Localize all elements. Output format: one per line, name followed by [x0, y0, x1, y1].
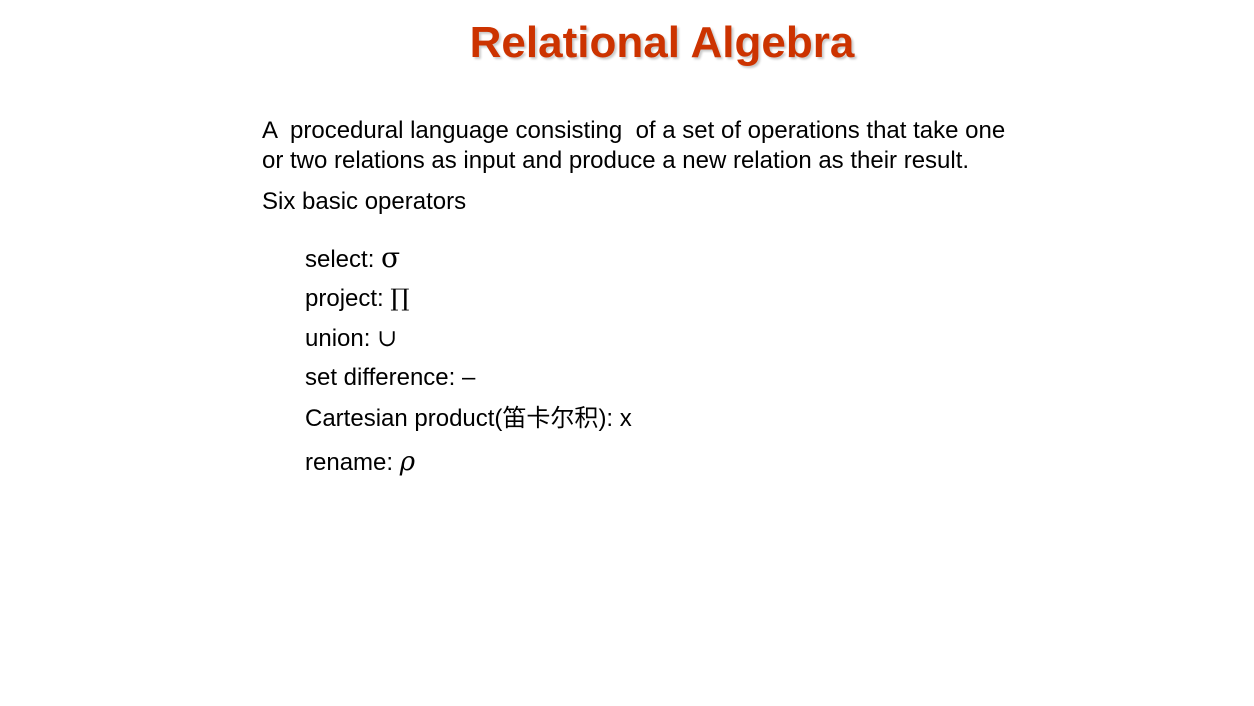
intro-line-1: A procedural language consisting of a se…: [262, 117, 1006, 144]
rho-icon: ρ: [399, 447, 416, 477]
operator-label: union:: [305, 325, 371, 352]
operator-union: union: ∪: [305, 318, 632, 358]
operator-label: select:: [305, 246, 375, 273]
operator-project: project: ∏: [305, 278, 632, 318]
cup-icon: ∪: [377, 324, 398, 352]
pi-icon: ∏: [390, 284, 410, 312]
operator-cartesian-product: Cartesian product(笛卡尔积): x: [305, 398, 632, 442]
slide: Relational Algebra A procedural language…: [0, 0, 1254, 706]
intro-paragraph: A procedural language consisting of a se…: [262, 116, 1062, 176]
operator-label: rename:: [305, 449, 394, 476]
intro-line-2: or two relations as input and produce a …: [262, 147, 970, 174]
times-icon: x: [619, 405, 632, 432]
operator-label: project:: [305, 285, 384, 312]
operator-list: select: σ project: ∏ union: ∪ set differ…: [305, 238, 632, 482]
slide-body: A procedural language consisting of a se…: [262, 116, 1062, 477]
operator-label: Cartesian product(: [305, 405, 503, 432]
operator-rename: rename: ρ: [305, 442, 632, 482]
operator-select: select: σ: [305, 238, 632, 278]
operators-heading: Six basic operators: [262, 188, 467, 215]
sigma-icon: σ: [381, 241, 401, 274]
minus-icon: –: [462, 364, 476, 391]
operator-label: set difference:: [305, 364, 456, 391]
operator-label-cjk: 笛卡尔积: [502, 404, 599, 432]
operator-set-difference: set difference: –: [305, 358, 632, 398]
slide-title: Relational Algebra: [469, 18, 855, 67]
operator-label-suffix: ):: [598, 405, 614, 432]
